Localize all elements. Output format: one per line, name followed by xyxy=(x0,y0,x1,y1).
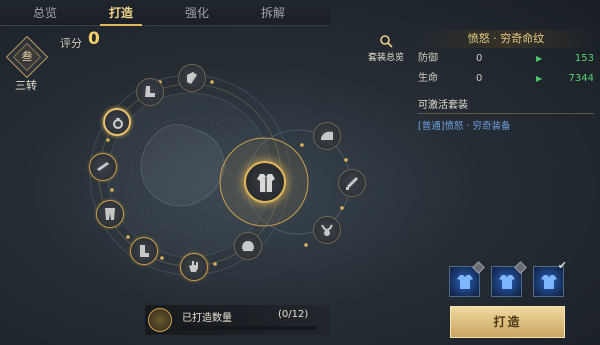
armor-icon xyxy=(257,174,275,192)
tab-enhance[interactable]: 强化 xyxy=(166,1,228,25)
armor-thumb-icon xyxy=(148,308,172,332)
belt-icon xyxy=(97,162,109,171)
glove-icon xyxy=(189,261,198,272)
material-slot-2[interactable] xyxy=(491,261,527,297)
score-value: 0 xyxy=(88,29,100,49)
armor-gem-icon xyxy=(457,275,473,289)
arrow-right-icon: ▶ xyxy=(536,74,543,83)
rank-glyph: 叁 xyxy=(21,50,33,63)
stat-name: 防御 xyxy=(418,53,438,64)
equip-slot-9[interactable] xyxy=(313,122,341,150)
forge-button[interactable]: 打造 xyxy=(450,306,565,338)
helmet-icon xyxy=(242,241,254,251)
equip-slot-8[interactable] xyxy=(234,232,262,260)
stat-next: 7344 xyxy=(568,73,594,84)
stat-next: 153 xyxy=(574,53,594,64)
stat-row-hp: 生命 0 ▶ 7344 xyxy=(418,70,594,88)
material-slot-1[interactable] xyxy=(449,261,485,297)
set-item-link[interactable]: [普通]愤怒 · 穷奇装备 xyxy=(418,118,594,132)
equip-slot-7[interactable] xyxy=(180,253,208,281)
equip-slot-4[interactable] xyxy=(89,153,117,181)
suit-overview-button[interactable]: 套装总览 xyxy=(363,34,409,63)
rank-label: 三转 xyxy=(15,79,37,92)
bracer-icon xyxy=(187,72,197,84)
material-slot-3[interactable]: ✔ xyxy=(533,259,567,297)
progress-bar xyxy=(182,326,317,330)
armor-gem-icon xyxy=(499,275,515,289)
pants-icon xyxy=(105,208,115,220)
search-icon xyxy=(380,35,393,48)
equip-slot-6[interactable] xyxy=(130,237,158,265)
equip-slot-10[interactable] xyxy=(338,169,366,197)
armor-gem-icon xyxy=(541,275,557,289)
forge-progress: 已打造数量 (0/12) xyxy=(145,305,330,335)
equip-slot-11[interactable] xyxy=(313,216,341,244)
equip-slot-2[interactable] xyxy=(178,64,206,92)
tab-bar: 总览 打造 强化 拆解 xyxy=(0,0,330,26)
progress-label: 已打造数量 xyxy=(182,313,232,324)
armor-core-slot[interactable] xyxy=(244,161,286,203)
suit-overview-label: 套装总览 xyxy=(367,53,404,63)
equip-slot-5[interactable] xyxy=(96,200,124,228)
boots-icon xyxy=(140,245,149,257)
stat-row-defense: 防御 0 ▶ 153 xyxy=(418,50,594,68)
sword-icon xyxy=(346,177,358,190)
equip-slot-1[interactable] xyxy=(136,78,164,106)
necklace-icon xyxy=(321,224,333,236)
arrow-right-icon: ▶ xyxy=(536,54,543,63)
tab-forge[interactable]: 打造 xyxy=(90,1,152,26)
equip-slot-3[interactable] xyxy=(103,108,131,136)
tab-dismantle[interactable]: 拆解 xyxy=(242,1,304,25)
stat-current: 0 xyxy=(476,73,483,84)
panel-title: 愤怒 · 穷奇命纹 xyxy=(418,30,594,48)
check-icon: ✔ xyxy=(557,259,567,272)
shoulder-icon xyxy=(321,131,333,140)
stat-current: 0 xyxy=(476,53,483,64)
stat-name: 生命 xyxy=(418,73,438,84)
shoe-icon xyxy=(145,86,155,97)
ring-icon xyxy=(113,118,123,129)
tab-overview[interactable]: 总览 xyxy=(14,1,76,25)
material-slots: ✔ xyxy=(449,259,567,297)
attribute-panel: 愤怒 · 穷奇命纹 防御 0 ▶ 153 生命 0 ▶ 7344 可激活套装 [… xyxy=(418,30,594,132)
progress-count: (0/12) xyxy=(278,309,309,320)
score-label: 评分 xyxy=(60,37,82,50)
set-title: 可激活套装 xyxy=(418,96,594,114)
